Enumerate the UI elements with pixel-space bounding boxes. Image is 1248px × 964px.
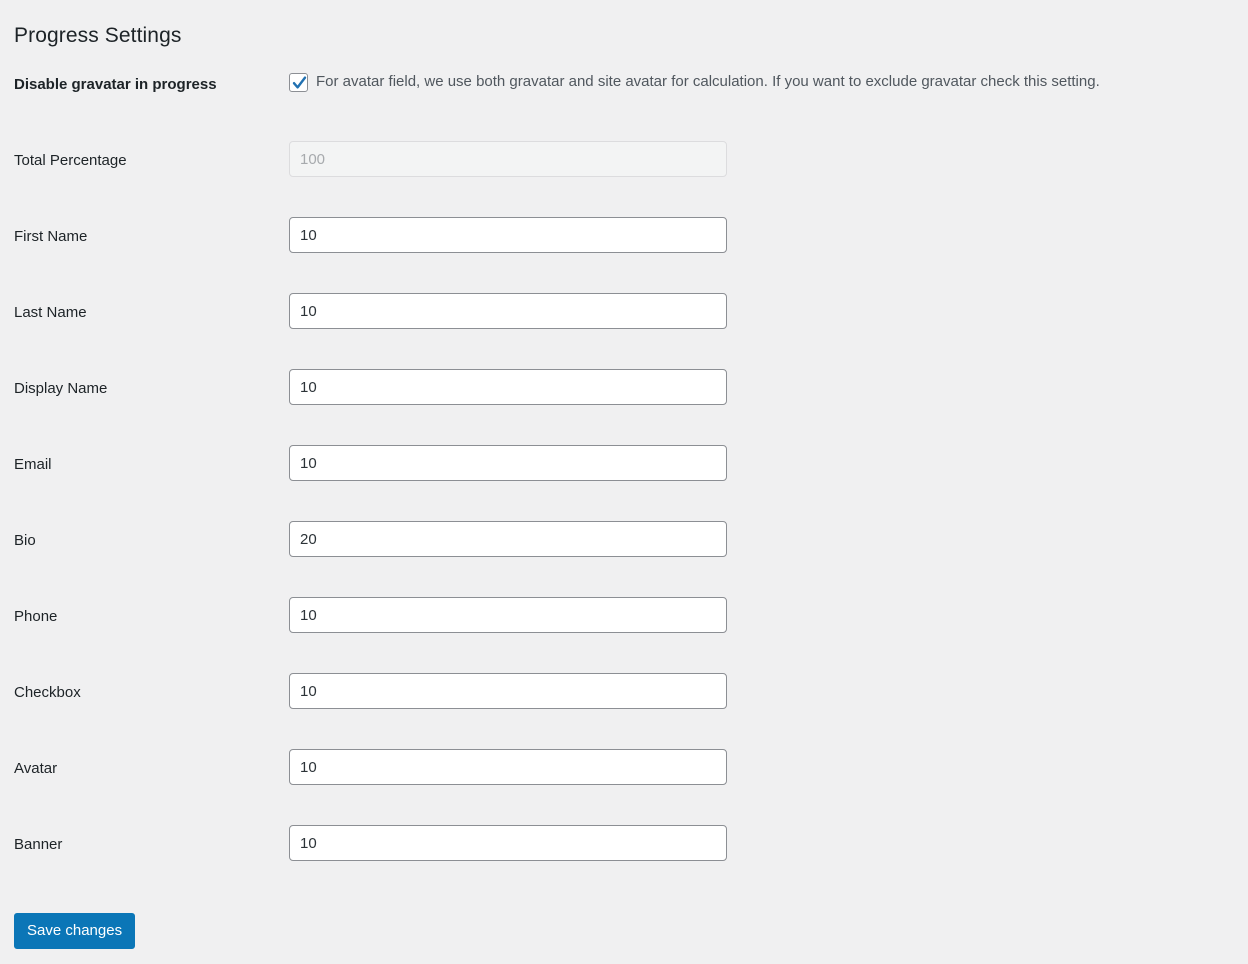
settings-row-total-percentage: Total Percentage bbox=[0, 138, 1248, 214]
field-wrapper-total-percentage bbox=[289, 141, 1234, 177]
settings-row-last-name: Last Name bbox=[0, 290, 1248, 366]
field-label-total-percentage: Total Percentage bbox=[14, 152, 127, 169]
settings-row-email: Email bbox=[0, 442, 1248, 518]
settings-row-checkbox: Checkbox bbox=[0, 670, 1248, 746]
settings-row-bio: Bio bbox=[0, 518, 1248, 594]
disable-gravatar-checkbox[interactable] bbox=[289, 73, 308, 92]
avatar-input[interactable] bbox=[289, 749, 727, 785]
settings-row-phone: Phone bbox=[0, 594, 1248, 670]
field-label-avatar: Avatar bbox=[14, 760, 58, 777]
field-label-phone: Phone bbox=[14, 608, 58, 625]
last-name-input[interactable] bbox=[289, 293, 727, 329]
field-wrapper-bio bbox=[289, 521, 1234, 557]
gravatar-setting-label: Disable gravatar in progress bbox=[14, 76, 217, 93]
gravatar-checkbox-field: For avatar field, we use both gravatar a… bbox=[289, 71, 1238, 94]
settings-row-avatar: Avatar bbox=[0, 746, 1248, 822]
settings-row-first-name: First Name bbox=[0, 214, 1248, 290]
submit-area: Save changes bbox=[14, 913, 136, 949]
field-wrapper-email bbox=[289, 445, 1234, 481]
total-percentage-input bbox=[289, 141, 727, 177]
settings-row-display-name: Display Name bbox=[0, 366, 1248, 442]
field-label-banner: Banner bbox=[14, 836, 63, 853]
display-name-input[interactable] bbox=[289, 369, 727, 405]
field-wrapper-first-name bbox=[289, 217, 1234, 253]
gravatar-setting-description: For avatar field, we use both gravatar a… bbox=[316, 73, 1100, 90]
field-wrapper-display-name bbox=[289, 369, 1234, 405]
settings-row-gravatar: Disable gravatar in progress For avatar … bbox=[0, 62, 1248, 138]
field-label-first-name: First Name bbox=[14, 228, 88, 245]
first-name-input[interactable] bbox=[289, 217, 727, 253]
field-label-last-name: Last Name bbox=[14, 304, 87, 321]
bio-input[interactable] bbox=[289, 521, 727, 557]
progress-settings-page: Progress Settings Disable gravatar in pr… bbox=[0, 0, 1248, 964]
field-wrapper-banner bbox=[289, 825, 1234, 861]
field-wrapper-last-name bbox=[289, 293, 1234, 329]
field-label-checkbox: Checkbox bbox=[14, 684, 81, 701]
page-title: Progress Settings bbox=[14, 24, 182, 48]
banner-input[interactable] bbox=[289, 825, 727, 861]
settings-form: Disable gravatar in progress For avatar … bbox=[0, 62, 1248, 898]
email-input[interactable] bbox=[289, 445, 727, 481]
save-changes-button[interactable]: Save changes bbox=[14, 913, 136, 949]
field-label-bio: Bio bbox=[14, 532, 36, 549]
checkbox-weight-input[interactable] bbox=[289, 673, 727, 709]
field-wrapper-checkbox bbox=[289, 673, 1234, 709]
checkmark-icon bbox=[292, 76, 307, 89]
field-wrapper-avatar bbox=[289, 749, 1234, 785]
field-wrapper-phone bbox=[289, 597, 1234, 633]
field-label-display-name: Display Name bbox=[14, 380, 108, 397]
phone-input[interactable] bbox=[289, 597, 727, 633]
field-label-email: Email bbox=[14, 456, 52, 473]
settings-row-banner: Banner bbox=[0, 822, 1248, 898]
